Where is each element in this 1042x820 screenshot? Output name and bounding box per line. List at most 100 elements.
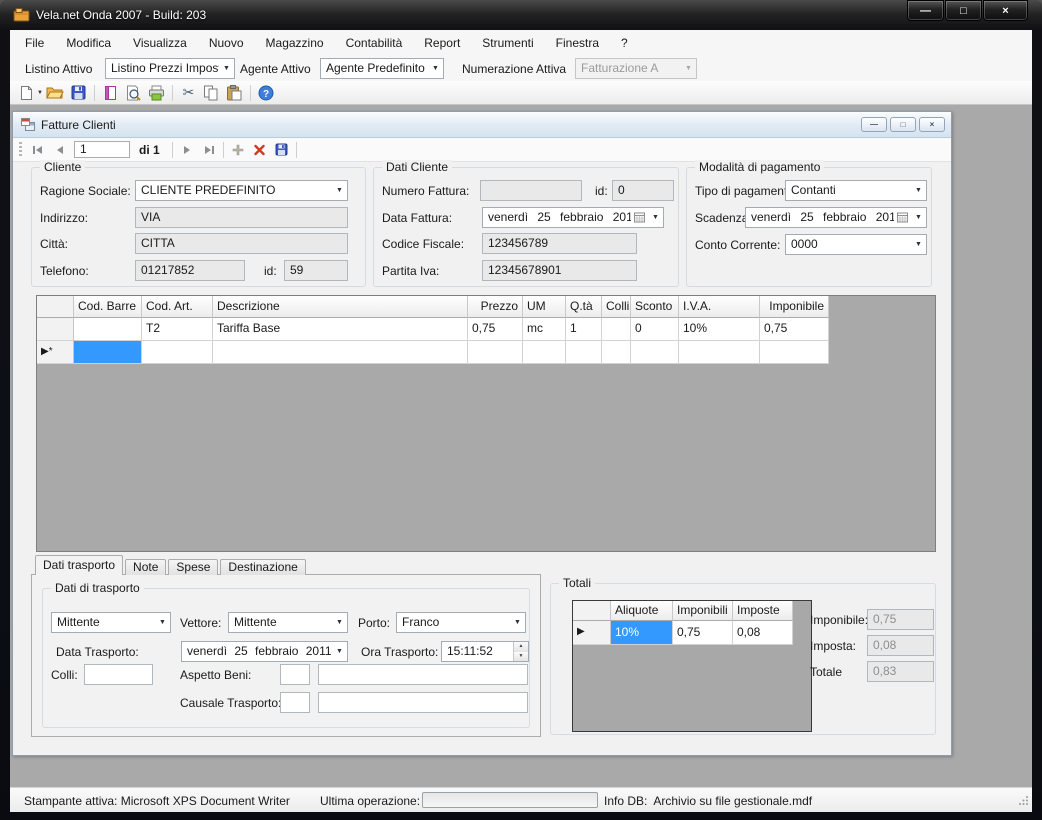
grid-cell[interactable] bbox=[679, 341, 760, 364]
selected-cell[interactable] bbox=[74, 341, 142, 364]
delete-icon[interactable] bbox=[249, 140, 271, 160]
grid-cell[interactable]: 0,75 bbox=[468, 318, 523, 341]
menu-strumenti[interactable]: Strumenti bbox=[471, 30, 544, 56]
maximize-button[interactable]: □ bbox=[945, 0, 982, 21]
titlebar[interactable]: Vela.net Onda 2007 - Build: 203 — □ × bbox=[0, 0, 1042, 30]
causale-code-field[interactable] bbox=[280, 692, 310, 713]
row-header[interactable] bbox=[37, 318, 74, 341]
grid-cell[interactable] bbox=[631, 341, 679, 364]
new-document-dropdown-icon[interactable]: ▼ bbox=[37, 90, 43, 96]
paste-icon[interactable] bbox=[224, 83, 245, 103]
data-trasporto-picker[interactable]: venerdì 25 febbraio 2011 ▼ bbox=[181, 641, 348, 662]
grid-cell[interactable]: mc bbox=[523, 318, 566, 341]
column-header[interactable]: Descrizione bbox=[213, 296, 468, 318]
menu-modifica[interactable]: Modifica bbox=[55, 30, 122, 56]
grid-cell[interactable]: 0,08 bbox=[733, 621, 793, 645]
save-icon[interactable] bbox=[68, 83, 89, 103]
column-header[interactable]: UM bbox=[523, 296, 566, 318]
aspetto-beni-code-field[interactable] bbox=[280, 664, 310, 685]
grid-cell[interactable] bbox=[468, 341, 523, 364]
column-header[interactable]: I.V.A. bbox=[679, 296, 760, 318]
column-header[interactable]: Cod. Barre bbox=[74, 296, 142, 318]
grid-cell[interactable] bbox=[74, 318, 142, 341]
column-header[interactable]: Imponibili bbox=[673, 601, 733, 621]
column-header[interactable]: Sconto bbox=[631, 296, 679, 318]
column-header[interactable]: Imponibile bbox=[760, 296, 829, 318]
listino-attivo-select[interactable]: Listino Prezzi Imposti ▼ bbox=[105, 58, 235, 79]
column-header[interactable]: Prezzo bbox=[468, 296, 523, 318]
row-selector[interactable]: ▶ bbox=[573, 621, 611, 645]
grid-cell[interactable] bbox=[602, 318, 631, 341]
new-document-icon[interactable] bbox=[16, 83, 37, 103]
grid-cell[interactable]: T2 bbox=[142, 318, 213, 341]
close-button[interactable]: × bbox=[983, 0, 1028, 21]
print-preview-icon[interactable] bbox=[123, 83, 144, 103]
conto-corrente-select[interactable]: 0000 ▼ bbox=[785, 234, 927, 255]
column-header[interactable]: Aliquote bbox=[611, 601, 673, 621]
minimize-button[interactable]: — bbox=[907, 0, 944, 21]
grid-corner-cell[interactable] bbox=[573, 601, 611, 621]
grid-cell[interactable]: 10% bbox=[679, 318, 760, 341]
grid-cell[interactable] bbox=[760, 341, 829, 364]
grid-cell[interactable]: 0,75 bbox=[673, 621, 733, 645]
tipo-pagamento-select[interactable]: Contanti ▼ bbox=[785, 180, 927, 201]
copy-icon[interactable] bbox=[201, 83, 222, 103]
help-icon[interactable]: ? bbox=[256, 83, 277, 103]
open-folder-icon[interactable] bbox=[45, 83, 66, 103]
move-last-icon[interactable] bbox=[198, 140, 220, 160]
ora-trasporto-spinner[interactable]: 15:11:52 ▲▼ bbox=[441, 641, 529, 662]
menu-report[interactable]: Report bbox=[413, 30, 471, 56]
grid-corner-cell[interactable] bbox=[37, 296, 74, 318]
column-header[interactable]: Colli bbox=[602, 296, 631, 318]
add-new-icon[interactable] bbox=[227, 140, 249, 160]
causale-field[interactable] bbox=[318, 692, 528, 713]
menu-finestra[interactable]: Finestra bbox=[545, 30, 610, 56]
ragione-sociale-select[interactable]: CLIENTE PREDEFINITO ▼ bbox=[135, 180, 348, 201]
child-close-button[interactable]: × bbox=[919, 117, 945, 132]
menu-nuovo[interactable]: Nuovo bbox=[198, 30, 255, 56]
tab-destinazione[interactable]: Destinazione bbox=[220, 559, 305, 575]
spinner-buttons[interactable]: ▲▼ bbox=[513, 642, 528, 661]
porto-select[interactable]: Franco ▼ bbox=[396, 612, 526, 633]
column-header[interactable]: Cod. Art. bbox=[142, 296, 213, 318]
spin-up-icon[interactable]: ▲ bbox=[514, 642, 528, 652]
archive-book-icon[interactable] bbox=[100, 83, 121, 103]
menu-magazzino[interactable]: Magazzino bbox=[255, 30, 335, 56]
record-position-input[interactable]: 1 bbox=[74, 141, 130, 158]
grid-cell[interactable] bbox=[142, 341, 213, 364]
tab-note[interactable]: Note bbox=[125, 559, 166, 575]
move-first-icon[interactable] bbox=[27, 140, 49, 160]
tab-spese[interactable]: Spese bbox=[168, 559, 218, 575]
cut-icon[interactable]: ✂ bbox=[178, 83, 199, 103]
grid-cell[interactable]: 0,75 bbox=[760, 318, 829, 341]
column-header[interactable]: Q.tà bbox=[566, 296, 602, 318]
grid-cell[interactable] bbox=[602, 341, 631, 364]
grid-cell[interactable]: 1 bbox=[566, 318, 602, 341]
move-previous-icon[interactable] bbox=[49, 140, 71, 160]
menu-contabilita[interactable]: Contabilità bbox=[335, 30, 414, 56]
grid-cell[interactable] bbox=[566, 341, 602, 364]
mittente-select[interactable]: Mittente ▼ bbox=[51, 612, 171, 633]
grid-cell[interactable] bbox=[523, 341, 566, 364]
new-row-indicator[interactable]: ▶* bbox=[37, 341, 74, 364]
aspetto-beni-field[interactable] bbox=[318, 664, 528, 685]
child-restore-button[interactable]: □ bbox=[890, 117, 916, 132]
selected-cell[interactable]: 10% bbox=[611, 621, 673, 645]
spin-down-icon[interactable]: ▼ bbox=[514, 652, 528, 662]
move-next-icon[interactable] bbox=[176, 140, 198, 160]
tab-dati-trasporto[interactable]: Dati trasporto bbox=[35, 555, 123, 575]
menu-visualizza[interactable]: Visualizza bbox=[122, 30, 198, 56]
child-minimize-button[interactable]: — bbox=[861, 117, 887, 132]
colli-field[interactable] bbox=[84, 664, 153, 685]
scadenza-picker[interactable]: venerdì 25 febbraio 2011 ▼ bbox=[745, 207, 927, 228]
data-fattura-picker[interactable]: venerdì 25 febbraio 2011 ▼ bbox=[482, 207, 664, 228]
print-icon[interactable] bbox=[146, 83, 167, 103]
resize-grip-icon[interactable] bbox=[1018, 795, 1029, 809]
column-header[interactable]: Imposte bbox=[733, 601, 793, 621]
vettore-select[interactable]: Mittente ▼ bbox=[228, 612, 348, 633]
agente-attivo-select[interactable]: Agente Predefinito ▼ bbox=[320, 58, 444, 79]
menu-file[interactable]: File bbox=[14, 30, 55, 56]
grid-cell[interactable]: Tariffa Base bbox=[213, 318, 468, 341]
child-titlebar[interactable]: Fatture Clienti — □ × bbox=[13, 112, 951, 138]
menu-help[interactable]: ? bbox=[610, 30, 639, 56]
